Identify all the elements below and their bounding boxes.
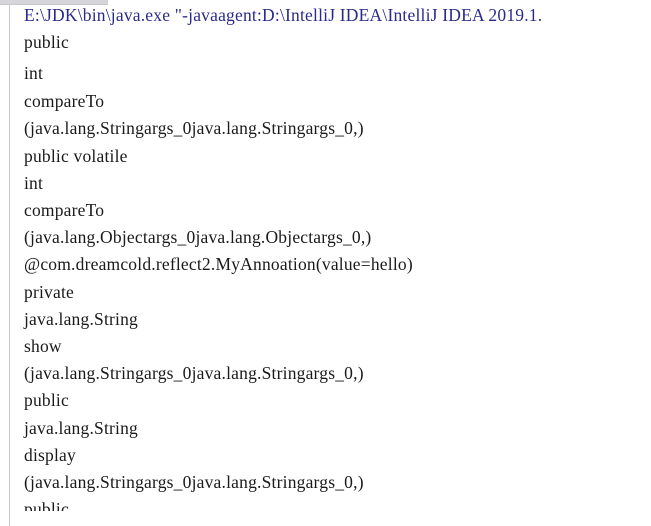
console-output-line: int — [24, 63, 44, 83]
console-output-line: compareTo — [24, 200, 105, 220]
horizontal-scrollbar-track[interactable] — [10, 511, 651, 526]
console-output-line: java.lang.String — [24, 418, 139, 438]
console-output-line: public — [24, 390, 69, 410]
console-output-line: display — [24, 445, 76, 465]
console-output-line: public volatile — [24, 146, 128, 166]
console-output-line: (java.lang.Stringargs_0java.lang.Stringa… — [24, 472, 364, 492]
console-output-line: java.lang.String — [24, 309, 139, 329]
console-output-line: @com.dreamcold.reflect2.MyAnnoation(valu… — [24, 254, 413, 274]
console-output-line: int — [24, 173, 44, 193]
console-output-line: public — [24, 32, 69, 52]
console-output-line: private — [24, 282, 74, 302]
console-output-area[interactable]: E:\JDK\bin\java.exe "-javaagent:D:\Intel… — [0, 0, 651, 526]
console-output-line: show — [24, 336, 62, 356]
console-command-line: E:\JDK\bin\java.exe "-javaagent:D:\Intel… — [24, 5, 543, 25]
console-output-line: (java.lang.Stringargs_0java.lang.Stringa… — [24, 363, 364, 383]
console-output-line: compareTo — [24, 91, 105, 111]
console-output-line: (java.lang.Objectargs_0java.lang.Objecta… — [24, 227, 372, 247]
console-window: E:\JDK\bin\java.exe "-javaagent:D:\Intel… — [0, 0, 651, 526]
console-output-line: (java.lang.Stringargs_0java.lang.Stringa… — [24, 118, 364, 138]
